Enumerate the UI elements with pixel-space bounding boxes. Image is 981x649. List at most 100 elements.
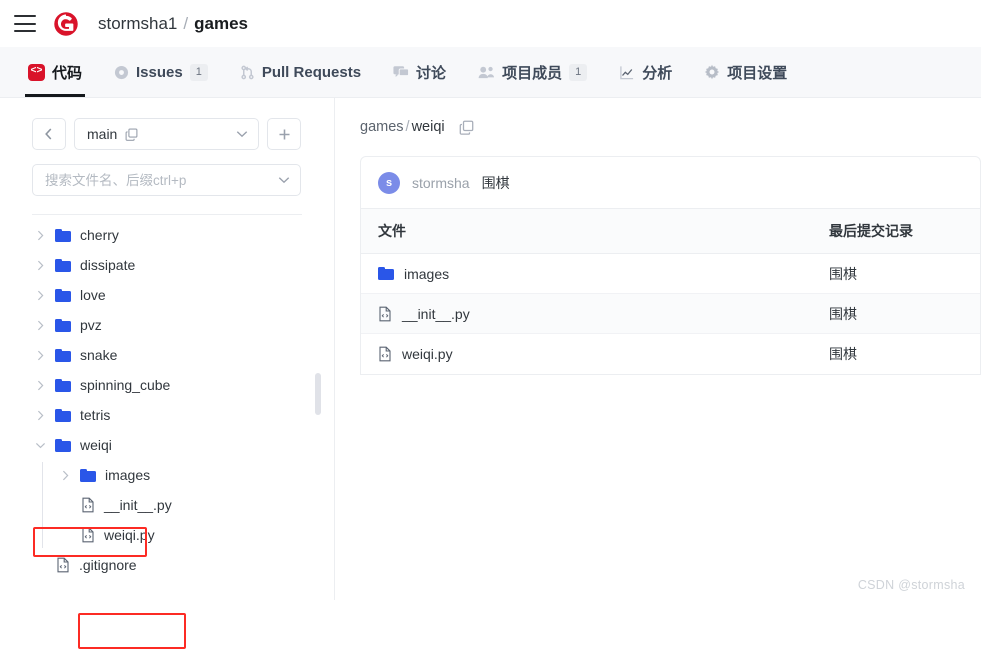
commit-cell[interactable]: 围棋: [829, 344, 980, 364]
tree-item-love[interactable]: love: [32, 280, 301, 310]
tab-issues[interactable]: Issues 1: [98, 47, 224, 97]
chevron-down-icon[interactable]: [278, 176, 290, 184]
code-file-icon: [378, 306, 392, 322]
tree-item-label: spinning_cube: [80, 377, 171, 393]
tree-item-weiqi-py[interactable]: weiqi.py: [32, 520, 301, 550]
chevron-right-icon[interactable]: [32, 350, 48, 361]
tree-item-images[interactable]: images: [32, 460, 301, 490]
comment-icon: [393, 65, 410, 80]
chevron-right-icon[interactable]: [32, 380, 48, 391]
hamburger-menu-icon[interactable]: [14, 15, 36, 32]
path-root[interactable]: games: [360, 119, 404, 135]
file-table: 文件 最后提交记录 images 围棋 __init__.py 围棋 weiqi…: [360, 209, 981, 375]
tree-item-label: love: [80, 287, 106, 303]
avatar[interactable]: s: [378, 171, 400, 194]
tree-item-label: pvz: [80, 317, 102, 333]
chevron-right-icon[interactable]: [32, 290, 48, 301]
sidebar-scrollbar-thumb[interactable]: [315, 373, 321, 415]
tree-item-cherry[interactable]: cherry: [32, 220, 301, 250]
tree-item-tetris[interactable]: tetris: [32, 400, 301, 430]
tree-item-dissipate[interactable]: dissipate: [32, 250, 301, 280]
pull-request-icon: [240, 65, 255, 80]
commit-cell[interactable]: 围棋: [829, 264, 980, 284]
path-text: games / weiqi: [360, 119, 445, 135]
tree-item-label: tetris: [80, 407, 111, 423]
folder-icon: [55, 438, 71, 452]
folder-icon: [80, 468, 96, 482]
breadcrumb-owner[interactable]: stormsha1: [98, 14, 177, 34]
chevron-right-icon[interactable]: [32, 320, 48, 331]
code-file-icon: [81, 497, 95, 513]
tree-item-init-py[interactable]: __init__.py: [32, 490, 301, 520]
tab-pull-requests[interactable]: Pull Requests: [224, 47, 377, 97]
tab-code[interactable]: <> 代码: [12, 47, 98, 97]
sidebar-collapse-button[interactable]: [32, 118, 66, 150]
tree-item-weiqi[interactable]: weiqi: [32, 430, 301, 460]
code-file-icon: [56, 557, 70, 573]
code-file-icon: [81, 527, 95, 543]
tree-item-snake[interactable]: snake: [32, 340, 301, 370]
table-row[interactable]: weiqi.py 围棋: [361, 334, 980, 374]
chevron-right-icon[interactable]: [32, 260, 48, 271]
tree-item-label: snake: [80, 347, 118, 363]
folder-icon: [378, 267, 394, 280]
main-area: main 搜索文件名、后缀ctrl+p cherry dissipate lov…: [0, 98, 981, 649]
tree-item-label: .gitignore: [79, 557, 137, 573]
sidebar-scrollbar[interactable]: [315, 98, 321, 600]
gitee-logo-icon[interactable]: [52, 10, 80, 38]
code-icon: <>: [28, 63, 45, 81]
chart-icon: [619, 65, 635, 80]
tab-issues-badge: 1: [189, 63, 208, 81]
tree-item-label: cherry: [80, 227, 119, 243]
sidebar-divider: [32, 214, 302, 215]
tree-item-label: __init__.py: [104, 497, 172, 513]
file-search-box[interactable]: [32, 164, 301, 196]
chevron-down-icon[interactable]: [236, 130, 248, 138]
path-current: weiqi: [411, 119, 445, 135]
file-tree: cherry dissipate love pvz snake spinning…: [0, 220, 334, 580]
tab-members-badge: 1: [569, 63, 588, 81]
tab-pull-requests-label: Pull Requests: [261, 63, 362, 81]
tab-members[interactable]: 项目成员 1: [462, 47, 603, 97]
branch-selector[interactable]: main: [74, 118, 259, 150]
tab-issues-label: Issues: [136, 63, 183, 81]
table-row[interactable]: images 围棋: [361, 254, 980, 294]
file-cell[interactable]: images: [361, 266, 829, 282]
table-row[interactable]: __init__.py 围棋: [361, 294, 980, 334]
breadcrumb-separator: /: [183, 13, 189, 33]
folder-icon: [55, 228, 71, 242]
chevron-right-icon[interactable]: [57, 470, 73, 481]
copy-path-icon[interactable]: [459, 120, 474, 135]
top-header: stormsha1 / games: [0, 0, 981, 47]
chevron-right-icon[interactable]: [32, 410, 48, 421]
latest-commit-bar: s stormsha 围棋: [360, 156, 981, 209]
commit-cell[interactable]: 围棋: [829, 304, 980, 324]
folder-icon: [55, 348, 71, 362]
branch-name: main: [87, 126, 118, 142]
add-file-button[interactable]: [267, 118, 301, 150]
tree-item-spinning-cube[interactable]: spinning_cube: [32, 370, 301, 400]
folder-icon: [55, 258, 71, 272]
tab-discussion[interactable]: 讨论: [377, 47, 462, 97]
tab-settings[interactable]: 项目设置: [688, 47, 803, 97]
chevron-right-icon[interactable]: [32, 230, 48, 241]
file-search-row: [32, 164, 301, 196]
folder-icon: [55, 408, 71, 422]
commit-author[interactable]: stormsha: [412, 175, 470, 191]
chevron-down-icon[interactable]: [32, 442, 48, 449]
file-cell[interactable]: __init__.py: [361, 306, 829, 322]
gear-icon: [704, 64, 720, 80]
tab-discussion-label: 讨论: [416, 64, 447, 82]
file-cell[interactable]: weiqi.py: [361, 346, 829, 362]
tree-item-gitignore[interactable]: .gitignore: [32, 550, 301, 580]
content-breadcrumb: games / weiqi: [360, 116, 981, 138]
tree-item-label: dissipate: [80, 257, 136, 273]
folder-icon: [55, 288, 71, 302]
tab-analytics[interactable]: 分析: [603, 47, 688, 97]
breadcrumb-repo[interactable]: games: [194, 14, 248, 34]
commit-message[interactable]: 围棋: [482, 173, 510, 193]
folder-icon: [55, 318, 71, 332]
tree-item-pvz[interactable]: pvz: [32, 310, 301, 340]
copy-icon[interactable]: [125, 128, 138, 141]
search-input[interactable]: [45, 172, 278, 188]
